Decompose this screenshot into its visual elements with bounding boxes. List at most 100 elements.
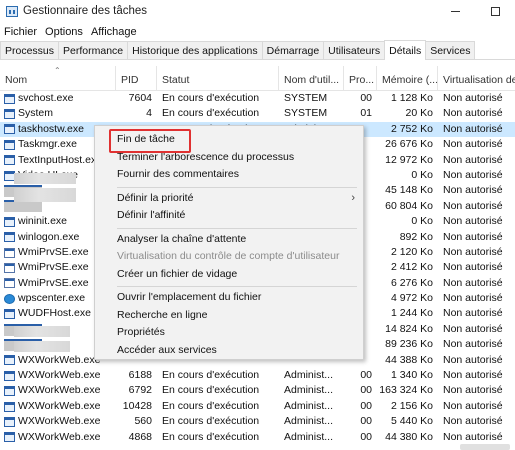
menu-label: Définir la priorité: [117, 192, 194, 204]
maximize-icon: [490, 6, 500, 16]
menu-fichier[interactable]: Fichier: [0, 26, 41, 38]
column-header-cpu[interactable]: Pro...: [344, 66, 377, 91]
process-virtualization: Non autorisé: [443, 369, 503, 382]
menu-create-dump[interactable]: Créer un fichier de vidage: [95, 265, 363, 283]
table-row[interactable]: WXWorkWeb.exe 6792 En cours d'exécution Adm…: [0, 383, 515, 398]
window-title: Gestionnaire des tâches: [23, 5, 148, 17]
process-cpu: 00: [360, 430, 372, 443]
process-virtualization: Non autorisé: [443, 384, 503, 397]
process-name-text: Taskmgr.exe: [18, 138, 77, 151]
process-name: WXWorkWeb.exe: [0, 399, 116, 414]
menu-set-affinity[interactable]: Définir l'affinité: [95, 206, 363, 224]
process-virtualization: Non autorisé: [443, 353, 503, 366]
column-header-memory[interactable]: Mémoire (...: [377, 66, 438, 91]
menu-properties[interactable]: Propriétés: [95, 323, 363, 341]
process-virtualization: Non autorisé: [443, 230, 503, 243]
menu-search-online[interactable]: Recherche en ligne: [95, 306, 363, 324]
maximize-button[interactable]: [475, 0, 515, 22]
process-memory: 12 972 Ko: [385, 153, 433, 166]
table-row[interactable]: svchost.exe 7604 En cours d'exécution SYSTE…: [0, 91, 515, 106]
process-user: Administ...: [284, 399, 334, 412]
process-icon: [4, 309, 15, 320]
tab-processus[interactable]: Processus: [0, 41, 60, 59]
table-row[interactable]: System 4 En cours d'exécution SYSTEM 01 20 Ko…: [0, 106, 515, 121]
process-icon: [4, 416, 15, 427]
process-user: SYSTEM: [284, 107, 328, 120]
tab-utilisateurs[interactable]: Utilisateurs: [323, 41, 386, 59]
process-virtualization: Non autorisé: [443, 307, 503, 320]
process-user: SYSTEM: [284, 92, 328, 104]
process-memory: 26 676 Ko: [385, 138, 433, 151]
tab-details[interactable]: Détails: [384, 40, 427, 60]
process-status: En cours d'exécution: [162, 369, 260, 382]
process-icon: [4, 93, 15, 104]
process-name-text: TextInputHost.exe: [18, 153, 103, 166]
window-controls: [435, 0, 515, 22]
menu-open-location[interactable]: Ouvrir l'emplacement du fichier: [95, 288, 363, 306]
process-virtualization: Non autorisé: [443, 276, 503, 289]
menu-bar: Fichier Options Affichage: [0, 22, 141, 41]
sort-up-icon: ⌃: [54, 66, 61, 75]
tab-performance[interactable]: Performance: [58, 41, 129, 59]
process-memory: 2 120 Ko: [390, 245, 433, 258]
column-header-virtualization[interactable]: Virtualisation de ...: [438, 66, 515, 91]
process-memory: 60 804 Ko: [385, 199, 433, 212]
process-name-text: WXWorkWeb.exe: [18, 369, 101, 382]
table-row[interactable]: WXWorkWeb.exe 6188 En cours d'exécution Adm…: [0, 368, 515, 383]
menu-feedback[interactable]: Fournir des commentaires: [95, 165, 363, 183]
table-row[interactable]: WXWorkWeb.exe 4868 En cours d'exécution Adm…: [0, 430, 515, 445]
process-virtualization: Non autorisé: [443, 107, 503, 120]
horizontal-scrollbar[interactable]: [0, 444, 515, 450]
tab-historique[interactable]: Historique des applications: [127, 41, 263, 59]
column-label: Virtualisation de ...: [443, 74, 515, 86]
tab-services[interactable]: Services: [425, 41, 476, 59]
process-name-text: WmiPrvSE.exe: [18, 261, 89, 274]
process-virtualization: Non autorisé: [443, 415, 503, 428]
column-header-name[interactable]: ⌃ Nom: [0, 66, 116, 91]
process-name-text: wininit.exe: [18, 215, 68, 228]
process-pid: 6792: [128, 384, 152, 397]
menu-separator: [117, 187, 357, 188]
process-memory: 1 244 Ko: [390, 307, 433, 320]
process-virtualization: Non autorisé: [443, 430, 503, 443]
process-memory: 14 824 Ko: [385, 322, 433, 335]
blurred-region: [14, 188, 76, 202]
process-pid: 7604: [128, 92, 152, 104]
menu-set-priority[interactable]: Définir la priorité ›: [95, 189, 363, 207]
menu-wait-chain[interactable]: Analyser la chaîne d'attente: [95, 230, 363, 248]
column-label: Nom: [5, 74, 28, 86]
process-icon: [4, 293, 15, 304]
column-header-status[interactable]: Statut: [157, 66, 279, 91]
table-row[interactable]: WXWorkWeb.exe 10428 En cours d'exécution Ad…: [0, 399, 515, 414]
process-cpu: 00: [360, 92, 372, 104]
process-memory: 6 276 Ko: [390, 276, 433, 289]
tab-demarrage[interactable]: Démarrage: [261, 41, 325, 59]
task-manager-icon: [6, 5, 18, 17]
process-virtualization: Non autorisé: [443, 122, 503, 135]
process-name-text: System: [18, 107, 54, 120]
process-user: Administ...: [284, 415, 334, 428]
menu-separator: [117, 286, 357, 287]
menu-affichage[interactable]: Affichage: [87, 26, 141, 38]
process-name-text: WXWorkWeb.exe: [18, 353, 101, 366]
process-name: WXWorkWeb.exe: [0, 368, 116, 383]
process-icon: [4, 432, 15, 443]
process-cpu: 01: [360, 107, 372, 120]
column-header-pid[interactable]: PID: [116, 66, 157, 91]
process-status: En cours d'exécution: [162, 415, 260, 428]
scrollbar-thumb[interactable]: [460, 444, 510, 450]
menu-options[interactable]: Options: [41, 26, 87, 38]
process-memory: 20 Ko: [405, 107, 433, 120]
menu-go-to-services[interactable]: Accéder aux services: [95, 341, 363, 359]
column-header-user[interactable]: Nom d'util...: [279, 66, 344, 91]
process-memory: 163 324 Ko: [379, 384, 433, 397]
process-memory: 4 972 Ko: [390, 292, 433, 305]
table-row[interactable]: WXWorkWeb.exe 560 En cours d'exécution Admi…: [0, 414, 515, 429]
process-pid: 6188: [128, 369, 152, 382]
process-pid: 10428: [122, 399, 152, 412]
minimize-button[interactable]: [435, 0, 475, 22]
column-label: PID: [121, 74, 139, 86]
process-memory: 44 380 Ko: [385, 430, 433, 443]
column-label: Statut: [162, 74, 190, 86]
process-user: Administ...: [284, 430, 334, 443]
